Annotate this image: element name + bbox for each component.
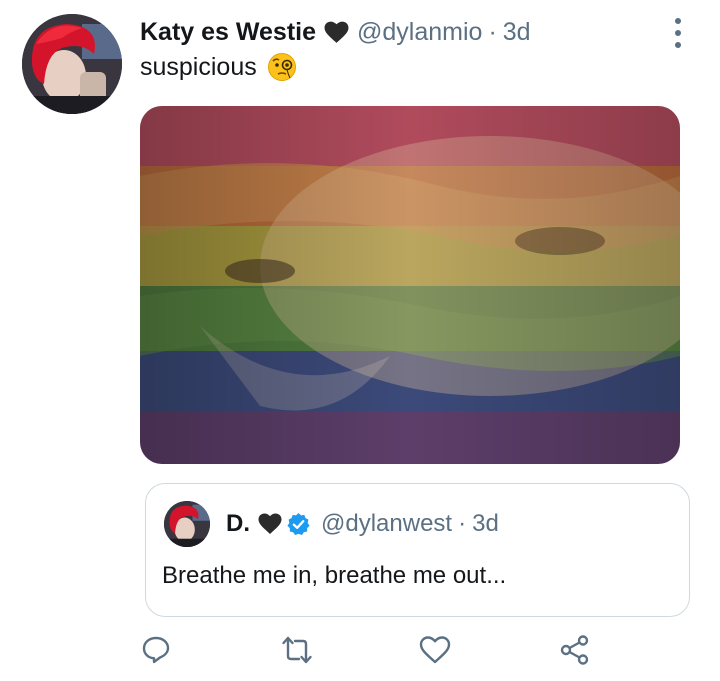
black-heart-icon — [324, 21, 349, 43]
more-options-icon[interactable] — [664, 16, 692, 50]
display-name[interactable]: Katy es Westie — [140, 18, 316, 47]
quoted-avatar[interactable] — [164, 501, 210, 547]
share-button[interactable] — [555, 630, 595, 670]
quoted-user-handle[interactable]: @dylanwest — [321, 510, 452, 538]
tweet-action-bar — [0, 630, 720, 670]
black-heart-icon — [258, 513, 282, 534]
tweet-text: suspicious — [140, 52, 297, 82]
avatar-image — [22, 14, 122, 114]
verified-badge-icon — [287, 512, 310, 535]
quoted-timestamp[interactable]: 3d — [472, 510, 499, 538]
avatar[interactable] — [22, 14, 122, 114]
quoted-avatar-image — [164, 501, 210, 547]
quoted-tweet-card[interactable]: D. @dylanwest · 3d Breathe me in, breath… — [145, 483, 690, 617]
quoted-display-name[interactable]: D. — [226, 510, 250, 538]
rainbow-flag-face-image — [140, 106, 680, 464]
face-with-monocle-icon — [267, 53, 296, 81]
separator-dot: · — [488, 17, 497, 46]
tweet-header: Katy es Westie @dylanmio · 3d — [140, 14, 531, 50]
quoted-tweet-header: D. @dylanwest · 3d — [226, 507, 499, 541]
retweet-icon — [282, 636, 312, 664]
share-icon — [560, 635, 589, 665]
timestamp[interactable]: 3d — [503, 18, 531, 47]
user-handle[interactable]: @dylanmio — [357, 18, 482, 47]
quoted-separator-dot: · — [458, 510, 467, 537]
like-button[interactable] — [415, 630, 455, 670]
quoted-tweet-text: Breathe me in, breathe me out... — [162, 562, 507, 589]
retweet-button[interactable] — [277, 630, 317, 670]
tweet-text-content: suspicious — [140, 52, 257, 81]
tweet-media-image[interactable] — [140, 106, 680, 464]
reply-icon — [142, 636, 170, 664]
reply-button[interactable] — [136, 630, 176, 670]
like-icon — [419, 636, 451, 664]
